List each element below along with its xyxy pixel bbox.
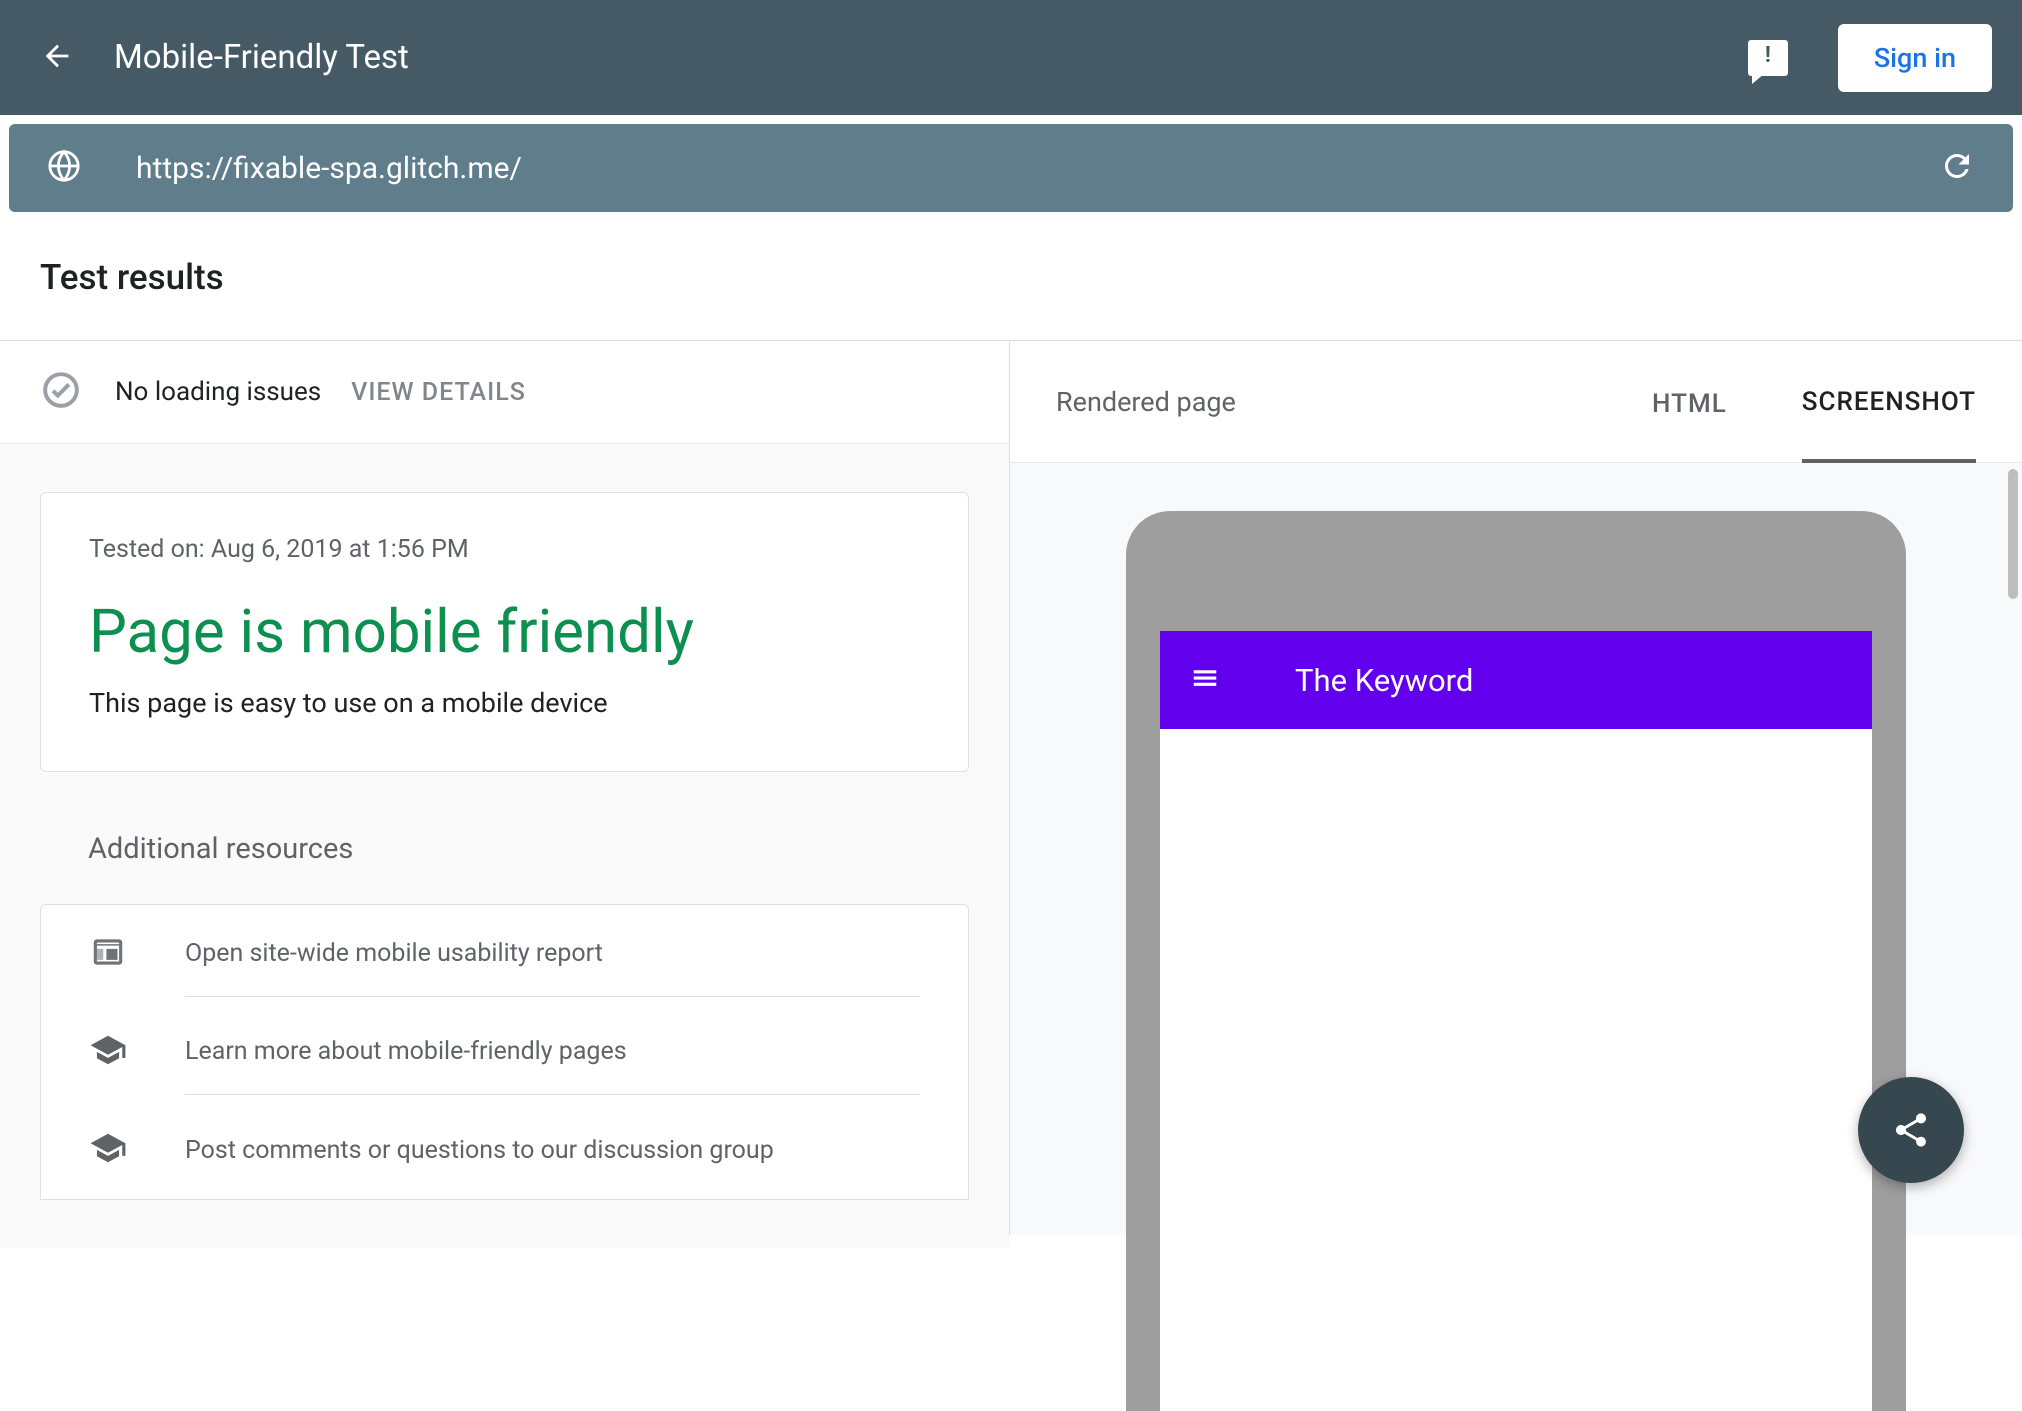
view-details-link[interactable]: VIEW DETAILS: [351, 378, 526, 407]
main-content: No loading issues VIEW DETAILS Tested on…: [0, 341, 2022, 1235]
resource-item-report[interactable]: Open site-wide mobile usability report: [41, 905, 968, 1003]
tab-screenshot[interactable]: SCREENSHOT: [1802, 341, 1976, 463]
result-description: This page is easy to use on a mobile dev…: [89, 687, 920, 719]
url-input-bar[interactable]: https://fixable-spa.glitch.me/: [9, 124, 2013, 212]
tested-on-label: Tested on: Aug 6, 2019 at 1:56 PM: [89, 535, 920, 564]
preview-area: The Keyword: [1010, 463, 2022, 1411]
resource-item-label: Post comments or questions to our discus…: [185, 1136, 920, 1193]
additional-resources-title: Additional resources: [40, 832, 969, 866]
page-title: Mobile-Friendly Test: [114, 38, 1748, 77]
school-icon: [89, 1031, 137, 1073]
phone-screen: The Keyword: [1160, 631, 1872, 1411]
rendered-page-label: Rendered page: [1056, 386, 1577, 418]
left-panel: No loading issues VIEW DETAILS Tested on…: [0, 341, 1010, 1235]
loading-status-text: No loading issues: [115, 377, 321, 407]
url-text: https://fixable-spa.glitch.me/: [136, 151, 1939, 186]
results-header: Test results: [0, 221, 2022, 341]
phone-frame: The Keyword: [1126, 511, 1906, 1411]
left-body: Tested on: Aug 6, 2019 at 1:56 PM Page i…: [0, 444, 1009, 1248]
resource-list: Open site-wide mobile usability report L…: [40, 904, 969, 1200]
resource-item-learn[interactable]: Learn more about mobile-friendly pages: [41, 1003, 968, 1101]
globe-icon: [47, 149, 81, 187]
hamburger-icon: [1190, 663, 1220, 697]
additional-resources: Additional resources Open site-wide mobi…: [40, 832, 969, 1200]
checkmark-circle-icon: [42, 371, 80, 413]
right-panel: Rendered page HTML SCREENSHOT The Keywor…: [1010, 341, 2022, 1235]
scroll-indicator[interactable]: [2008, 469, 2018, 599]
app-header: Mobile-Friendly Test ! Sign in: [0, 0, 2022, 115]
resource-item-label: Open site-wide mobile usability report: [185, 939, 920, 997]
result-headline: Page is mobile friendly: [89, 596, 920, 667]
phone-app-title: The Keyword: [1265, 662, 1842, 699]
resource-item-label: Learn more about mobile-friendly pages: [185, 1037, 920, 1095]
webpage-icon: [89, 933, 137, 975]
exclaim-icon: !: [1765, 43, 1771, 68]
share-icon: [1891, 1110, 1931, 1150]
tabs-bar: Rendered page HTML SCREENSHOT: [1010, 341, 2022, 463]
tab-html[interactable]: HTML: [1652, 343, 1727, 461]
loading-status-bar: No loading issues VIEW DETAILS: [0, 341, 1009, 444]
back-arrow-icon[interactable]: [40, 39, 74, 77]
result-card: Tested on: Aug 6, 2019 at 1:56 PM Page i…: [40, 492, 969, 772]
phone-app-bar: The Keyword: [1160, 631, 1872, 729]
resource-item-discuss[interactable]: Post comments or questions to our discus…: [41, 1101, 968, 1199]
feedback-icon[interactable]: !: [1748, 40, 1788, 76]
school-icon: [89, 1129, 137, 1171]
refresh-icon[interactable]: [1939, 148, 1975, 188]
share-fab[interactable]: [1858, 1077, 1964, 1183]
results-section-title: Test results: [40, 257, 1982, 298]
signin-button[interactable]: Sign in: [1838, 24, 1992, 92]
